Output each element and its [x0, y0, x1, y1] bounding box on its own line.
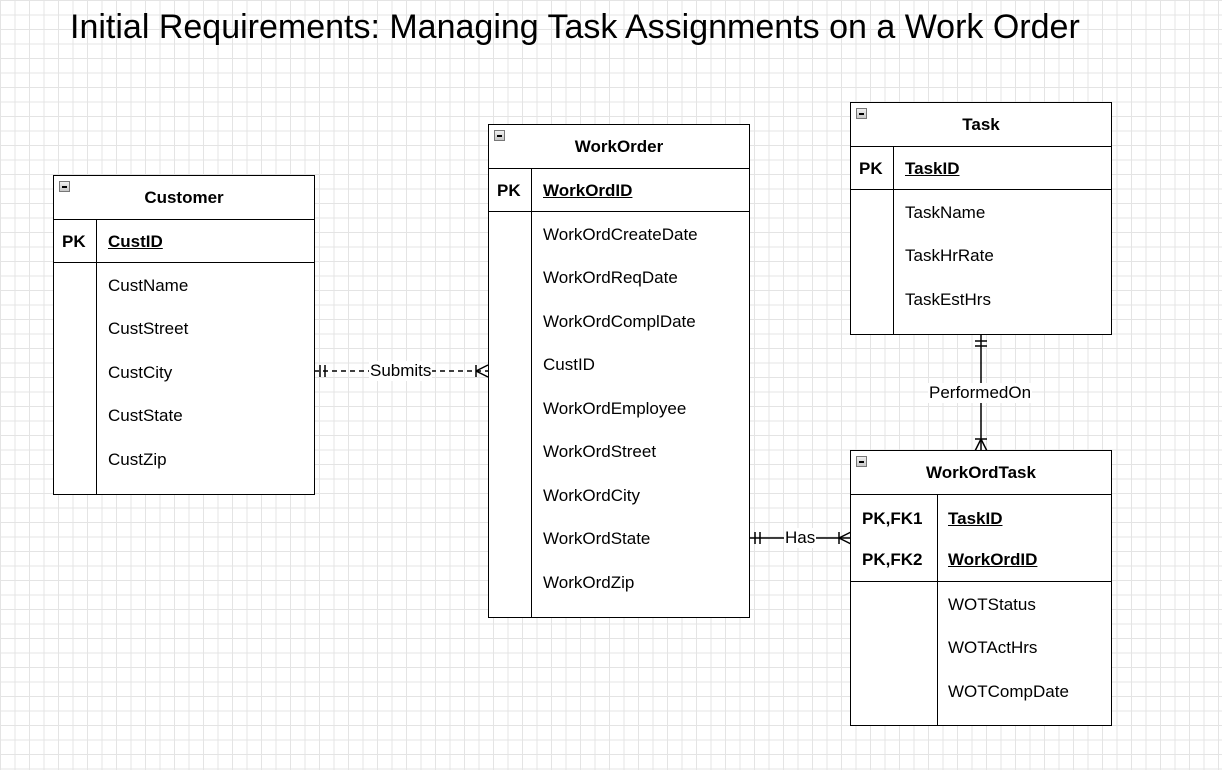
- workorder-entity[interactable]: WorkOrder PK WorkOrdID WorkOrdCreateDate…: [488, 124, 750, 618]
- submits-crowfoot-bottom: [475, 370, 489, 378]
- key-label: PK,FK1: [862, 509, 923, 528]
- field: WOTCompDate: [948, 682, 1069, 701]
- entity-name: WorkOrdTask: [851, 451, 1111, 495]
- pk-divider: [851, 189, 1111, 190]
- pk-divider: [851, 581, 1111, 582]
- field: WorkOrdCity: [543, 486, 640, 505]
- key-column-divider: [531, 168, 532, 617]
- field: CustZip: [108, 450, 167, 469]
- field: WorkOrdState: [543, 529, 651, 548]
- pk-divider: [489, 211, 749, 212]
- pk-label: PK: [859, 159, 883, 178]
- field: WorkOrdReqDate: [543, 268, 678, 287]
- performedon-label: PerformedOn: [928, 383, 1033, 403]
- field: TaskEstHrs: [905, 290, 991, 309]
- field: TaskName: [905, 203, 986, 222]
- field: WorkOrdStreet: [543, 442, 657, 461]
- field: TaskHrRate: [905, 246, 994, 265]
- pk-field: WorkOrdID: [543, 181, 633, 200]
- workordtask-entity[interactable]: WorkOrdTask PK,FK1 TaskID PK,FK2 WorkOrd…: [850, 450, 1112, 726]
- field: WorkOrdZip: [543, 573, 635, 592]
- key-field: WorkOrdID: [948, 550, 1038, 569]
- pk-field: TaskID: [905, 159, 960, 178]
- has-label: Has: [784, 528, 817, 548]
- field: WorkOrdEmployee: [543, 399, 687, 418]
- field: CustName: [108, 276, 189, 295]
- pk-label: PK: [497, 181, 521, 200]
- submits-label: Submits: [369, 361, 433, 381]
- field: CustID: [543, 355, 595, 374]
- key-field: TaskID: [948, 509, 1003, 528]
- task-entity[interactable]: Task PK TaskID TaskName TaskHrRate TaskE…: [850, 102, 1112, 335]
- field: WOTStatus: [948, 595, 1036, 614]
- field: WorkOrdCreateDate: [543, 225, 698, 244]
- entity-name: Customer: [54, 176, 314, 220]
- field: CustCity: [108, 363, 173, 382]
- key-column-divider: [893, 146, 894, 334]
- pk-field: CustID: [108, 232, 163, 251]
- entity-name: Task: [851, 103, 1111, 147]
- key-label: PK,FK2: [862, 550, 923, 569]
- field: CustState: [108, 406, 183, 425]
- entity-name: WorkOrder: [489, 125, 749, 169]
- submits-crowfoot-top: [475, 364, 489, 372]
- key-column-divider: [937, 494, 938, 725]
- pk-label: PK: [62, 232, 86, 251]
- key-column-divider: [96, 219, 97, 494]
- field: WOTActHrs: [948, 638, 1038, 657]
- field: WorkOrdComplDate: [543, 312, 696, 331]
- field: CustStreet: [108, 319, 189, 338]
- pk-divider: [54, 262, 314, 263]
- customer-entity[interactable]: Customer PK CustID CustName CustStreet C…: [53, 175, 315, 495]
